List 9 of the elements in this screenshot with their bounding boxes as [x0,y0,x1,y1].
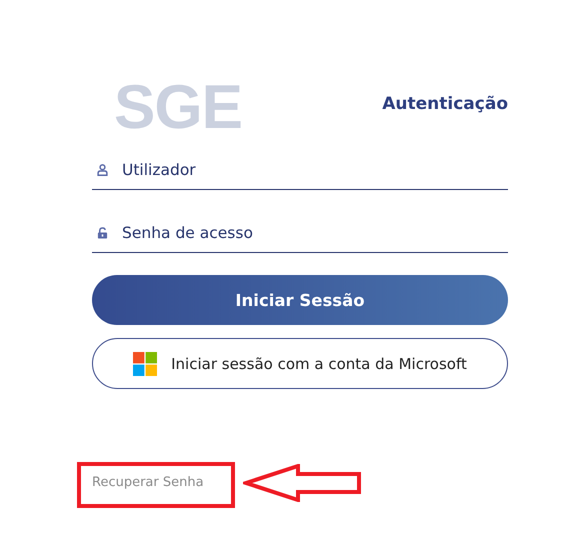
windows-logo-icon [133,352,158,376]
input-field[interactable]: Senha de acesso [122,224,508,242]
user-icon [97,164,108,176]
recover-password-link[interactable]: Recuperar Senha [92,473,204,493]
microsoft-login-button[interactable]: Iniciar sessão com a conta da Microsoft [92,338,508,389]
page-heading: Autenticação [382,94,508,114]
lock-icon [97,226,108,238]
login-button[interactable]: Iniciar Sessão [92,275,508,325]
input-field[interactable]: Utilizador [122,160,508,178]
